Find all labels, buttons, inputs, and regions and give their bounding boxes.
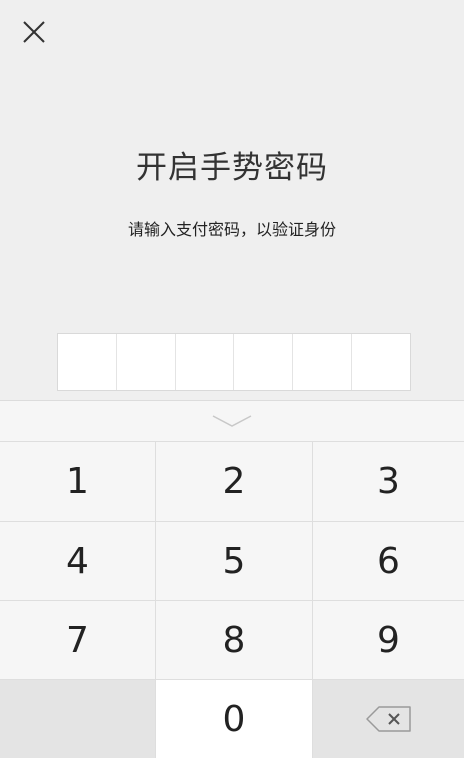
key-9[interactable]: 9: [313, 600, 464, 679]
key-8[interactable]: 8: [155, 600, 313, 679]
key-7[interactable]: 7: [0, 600, 155, 679]
close-icon: [23, 21, 45, 43]
password-digit-cell: [176, 334, 235, 390]
key-2[interactable]: 2: [155, 441, 313, 521]
password-digit-cell: [352, 334, 410, 390]
password-input[interactable]: [57, 333, 411, 391]
password-digit-cell: [293, 334, 353, 390]
key-0[interactable]: 0: [155, 679, 313, 758]
key-4[interactable]: 4: [0, 521, 155, 600]
keyboard-collapse-button[interactable]: [0, 401, 464, 441]
backspace-button[interactable]: [313, 679, 464, 758]
key-1[interactable]: 1: [0, 441, 155, 521]
keypad-grid: 1 2 3 4 5 6 7 8 9 0: [0, 441, 464, 758]
password-digit-cell: [58, 334, 117, 390]
page-title: 开启手势密码: [136, 150, 328, 186]
page-subtitle: 请输入支付密码，以验证身份: [127, 220, 336, 239]
backspace-icon: [365, 706, 411, 732]
key-3[interactable]: 3: [313, 441, 464, 521]
numeric-keyboard: 1 2 3 4 5 6 7 8 9 0: [0, 400, 464, 758]
close-button[interactable]: [14, 12, 54, 52]
password-digit-cell: [234, 334, 294, 390]
key-empty: [0, 679, 155, 758]
key-5[interactable]: 5: [155, 521, 313, 600]
chevron-down-icon: [212, 415, 252, 427]
key-6[interactable]: 6: [313, 521, 464, 600]
password-digit-cell: [117, 334, 176, 390]
